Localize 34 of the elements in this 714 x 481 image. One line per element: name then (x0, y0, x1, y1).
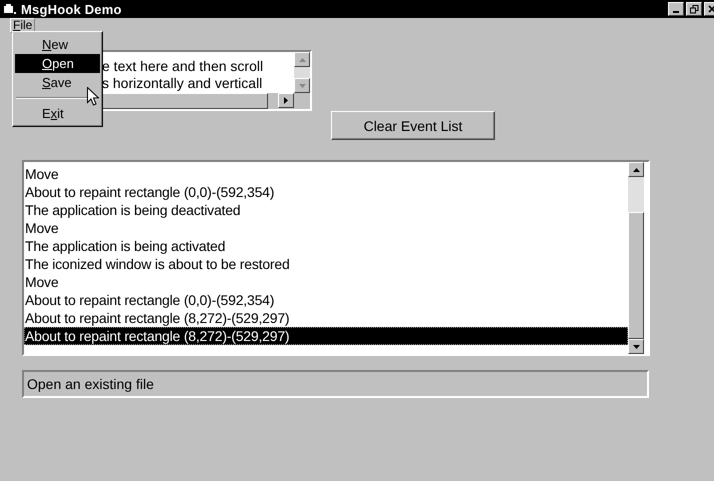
event-list-item[interactable]: About to repaint rectangle (8,272)-(529,297) (24, 327, 628, 345)
down-arrow-icon (298, 84, 306, 88)
scroll-up-button[interactable] (294, 52, 310, 67)
app-icon (4, 4, 16, 14)
clear-event-list-button[interactable]: Clear Event List (331, 111, 495, 140)
event-list-item[interactable]: Move (24, 219, 628, 237)
scroll-right-button[interactable] (278, 93, 294, 108)
event-list-item[interactable]: About to repaint rectangle (0,0)-(592,354) (24, 183, 628, 201)
mouse-pointer-icon (87, 87, 99, 106)
scroll-thumb[interactable] (628, 212, 644, 339)
event-list-item[interactable]: Move (24, 273, 628, 291)
text-line: s horizontally and verticall (102, 75, 264, 92)
event-list-item[interactable]: Move (24, 165, 628, 183)
event-list-item[interactable]: The iconized window is about to be restored (24, 255, 628, 273)
event-list-item[interactable]: About to repaint rectangle (0,0)-(592,354) (24, 291, 628, 309)
restore-button[interactable] (686, 2, 702, 16)
menu-item[interactable]: Save (15, 73, 100, 92)
window-title: MsgHook Demo (21, 2, 122, 16)
scroll-down-button[interactable] (294, 78, 310, 93)
up-arrow-icon (632, 168, 640, 172)
down-arrow-icon (632, 344, 640, 348)
restore-icon (690, 4, 698, 14)
menu-item[interactable]: Open (15, 54, 100, 73)
event-list-item[interactable]: The application is being activated (24, 237, 628, 255)
event-list-item[interactable]: About to repaint rectangle (8,272)-(529,297) (24, 309, 628, 327)
up-arrow-icon (298, 58, 306, 62)
event-list-item[interactable]: The application is being deactivated (24, 201, 628, 219)
close-icon (708, 5, 714, 13)
minimize-button[interactable] (668, 2, 684, 16)
scroll-down-button[interactable] (628, 339, 644, 354)
right-arrow-icon (284, 97, 288, 104)
status-field: Open an existing file (22, 370, 649, 398)
text-line: e text here and then scroll (102, 58, 264, 75)
scroll-up-button[interactable] (628, 162, 644, 177)
